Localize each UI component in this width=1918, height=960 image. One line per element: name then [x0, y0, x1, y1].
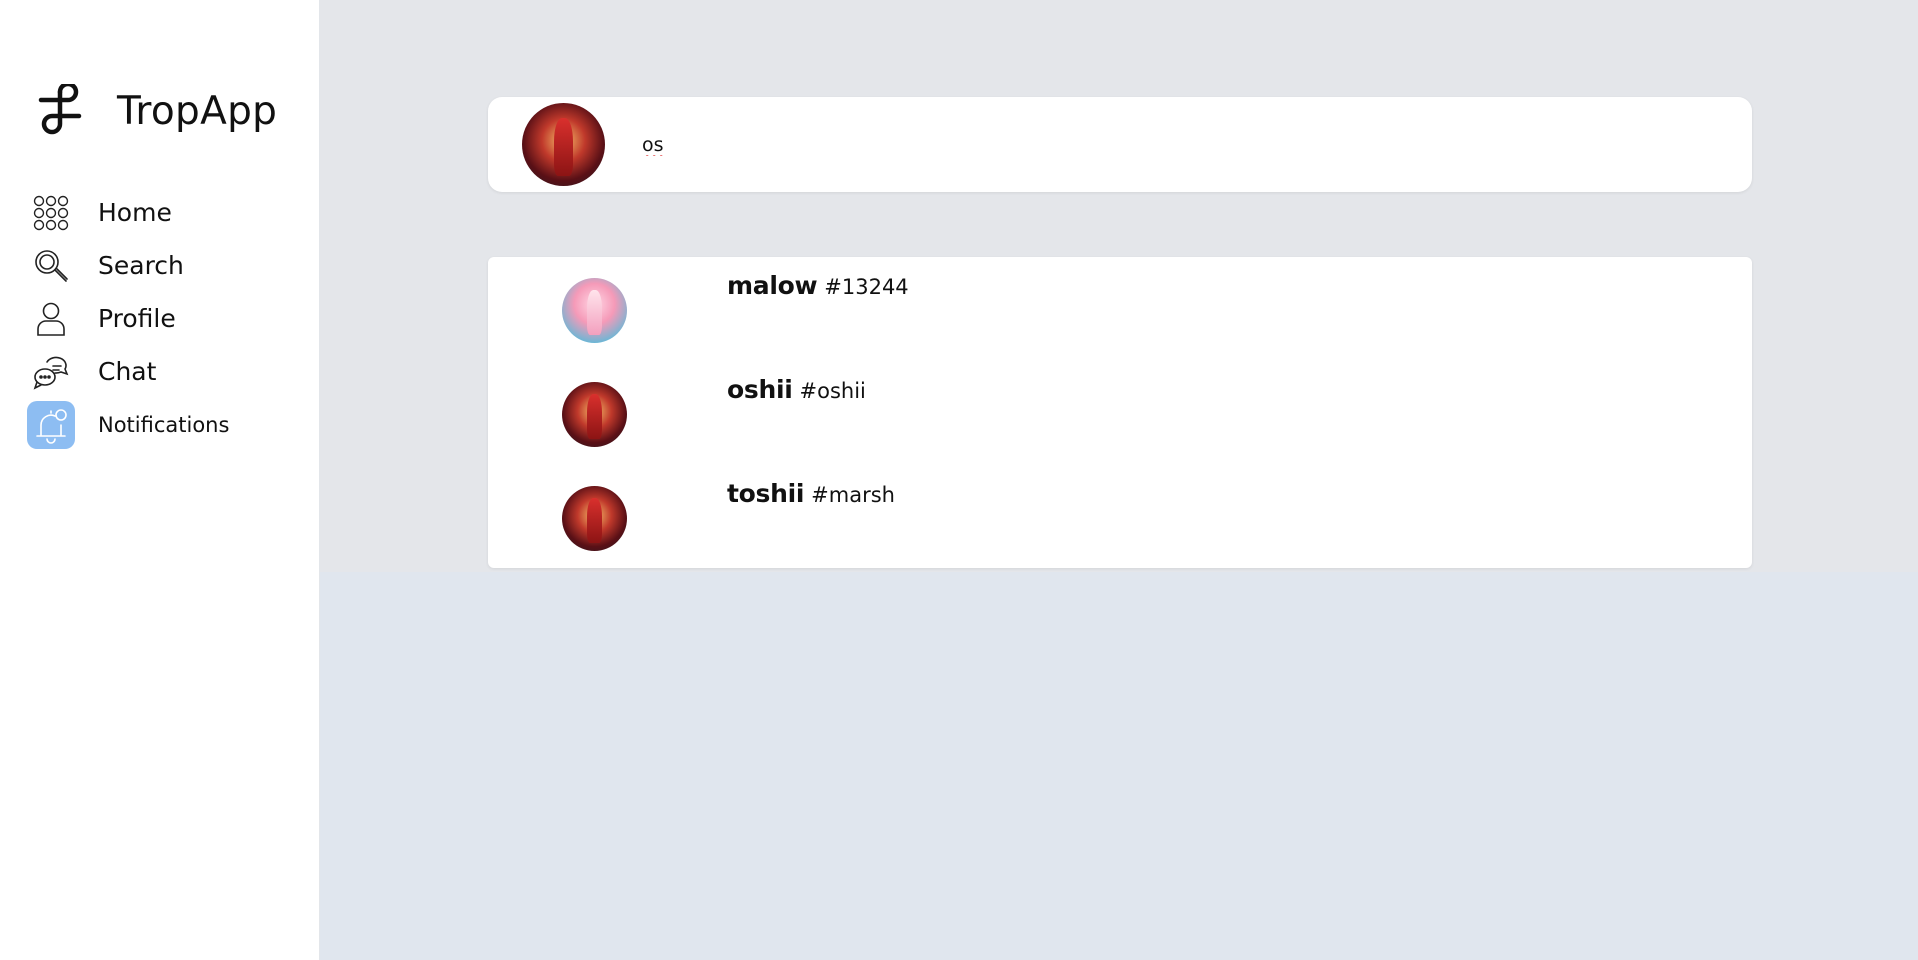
- avatar: [562, 278, 627, 343]
- sidebar: TropApp Home Search Profile Chat Notific…: [0, 0, 320, 960]
- user-tag: #marsh: [811, 483, 895, 507]
- result-text: toshii #marsh: [727, 479, 895, 508]
- main-content: malow #13244 oshii #oshii toshii #marsh: [320, 0, 1918, 960]
- search-results-list: malow #13244 oshii #oshii toshii #marsh: [488, 257, 1752, 568]
- avatar: [562, 486, 627, 551]
- chat-bubbles-icon: [27, 348, 75, 396]
- grid-dots-icon: [27, 189, 75, 237]
- search-input[interactable]: [642, 133, 1642, 156]
- sidebar-item-notifications[interactable]: Notifications: [27, 398, 307, 451]
- username: malow: [727, 271, 818, 300]
- sidebar-item-label: Chat: [98, 357, 157, 386]
- list-item[interactable]: oshii #oshii: [488, 361, 1752, 465]
- brand[interactable]: TropApp: [33, 84, 277, 138]
- result-text: oshii #oshii: [727, 375, 866, 404]
- sidebar-item-label: Home: [98, 198, 172, 227]
- username: toshii: [727, 479, 805, 508]
- app-logo-icon: [38, 84, 82, 135]
- sidebar-item-home[interactable]: Home: [27, 186, 307, 239]
- list-item[interactable]: toshii #marsh: [488, 465, 1752, 569]
- sidebar-item-chat[interactable]: Chat: [27, 345, 307, 398]
- sidebar-item-search[interactable]: Search: [27, 239, 307, 292]
- search-icon: [27, 242, 75, 290]
- list-item[interactable]: malow #13244: [488, 257, 1752, 361]
- result-text: malow #13244: [727, 271, 909, 300]
- avatar[interactable]: [522, 103, 605, 186]
- sidebar-item-label: Notifications: [98, 412, 230, 437]
- sidebar-item-label: Profile: [98, 304, 176, 333]
- user-icon: [27, 295, 75, 343]
- user-tag: #oshii: [799, 379, 866, 403]
- bell-icon: [27, 400, 75, 449]
- sidebar-item-profile[interactable]: Profile: [27, 292, 307, 345]
- user-tag: #13244: [824, 275, 909, 299]
- username: oshii: [727, 375, 793, 404]
- search-bar-card: [488, 97, 1752, 192]
- sidebar-item-label: Search: [98, 251, 184, 280]
- avatar: [562, 382, 627, 447]
- sidebar-nav: Home Search Profile Chat Notifications: [27, 186, 307, 451]
- app-title: TropApp: [117, 88, 278, 134]
